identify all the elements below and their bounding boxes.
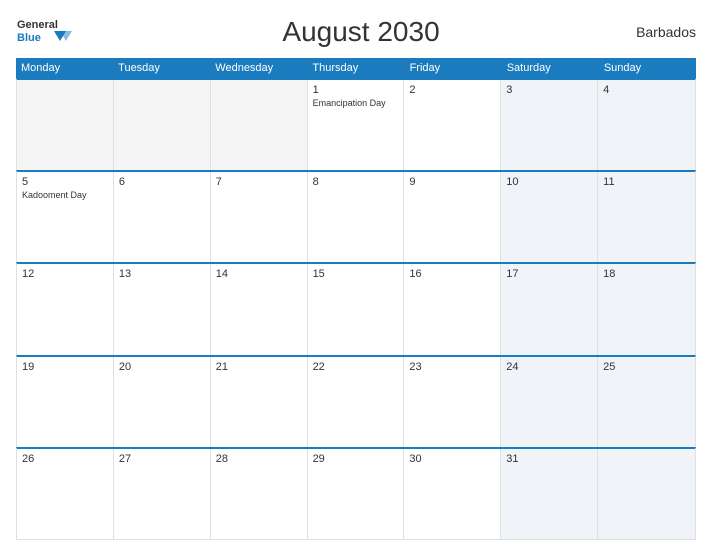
day-1: 1 Emancipation Day [308, 80, 405, 170]
page-title: August 2030 [282, 16, 439, 48]
day-5: 5 Kadooment Day [17, 172, 114, 262]
logo-container: General Blue [16, 14, 86, 50]
header-wednesday: Wednesday [210, 58, 307, 78]
country-label: Barbados [636, 24, 696, 40]
day-31: 31 [501, 449, 598, 539]
day-8: 8 [308, 172, 405, 262]
day-9: 9 [404, 172, 501, 262]
week-5: 26 27 28 29 30 31 [16, 447, 696, 540]
day-11: 11 [598, 172, 695, 262]
header-thursday: Thursday [307, 58, 404, 78]
header-saturday: Saturday [502, 58, 599, 78]
day-10: 10 [501, 172, 598, 262]
header-friday: Friday [405, 58, 502, 78]
day-24: 24 [501, 357, 598, 447]
day-2: 2 [404, 80, 501, 170]
cell-empty [211, 80, 308, 170]
day-22: 22 [308, 357, 405, 447]
day-17: 17 [501, 264, 598, 354]
day-7: 7 [211, 172, 308, 262]
day-18: 18 [598, 264, 695, 354]
day-14: 14 [211, 264, 308, 354]
header: General Blue August 2030 Barbados [16, 14, 696, 50]
cell-empty [598, 449, 695, 539]
day-12: 12 [17, 264, 114, 354]
day-13: 13 [114, 264, 211, 354]
header-tuesday: Tuesday [113, 58, 210, 78]
day-30: 30 [404, 449, 501, 539]
day-28: 28 [211, 449, 308, 539]
day-6: 6 [114, 172, 211, 262]
day-4: 4 [598, 80, 695, 170]
day-16: 16 [404, 264, 501, 354]
day-21: 21 [211, 357, 308, 447]
calendar-body: 1 Emancipation Day 2 3 4 5 Kadooment Day [16, 78, 696, 540]
day-25: 25 [598, 357, 695, 447]
header-monday: Monday [16, 58, 113, 78]
week-2: 5 Kadooment Day 6 7 8 9 10 [16, 170, 696, 262]
day-15: 15 [308, 264, 405, 354]
day-29: 29 [308, 449, 405, 539]
week-1: 1 Emancipation Day 2 3 4 [16, 78, 696, 170]
day-23: 23 [404, 357, 501, 447]
calendar: Monday Tuesday Wednesday Thursday Friday… [16, 58, 696, 540]
calendar-header: Monday Tuesday Wednesday Thursday Friday… [16, 58, 696, 78]
cell-empty [114, 80, 211, 170]
svg-text:Blue: Blue [17, 32, 41, 44]
svg-text:General: General [17, 19, 58, 31]
day-19: 19 [17, 357, 114, 447]
page: General Blue August 2030 Barbados Monday… [0, 0, 712, 550]
day-20: 20 [114, 357, 211, 447]
header-sunday: Sunday [599, 58, 696, 78]
cell-empty [17, 80, 114, 170]
week-4: 19 20 21 22 23 24 25 [16, 355, 696, 447]
logo-svg: General Blue [16, 14, 86, 50]
week-3: 12 13 14 15 16 17 18 [16, 262, 696, 354]
day-26: 26 [17, 449, 114, 539]
day-3: 3 [501, 80, 598, 170]
day-27: 27 [114, 449, 211, 539]
